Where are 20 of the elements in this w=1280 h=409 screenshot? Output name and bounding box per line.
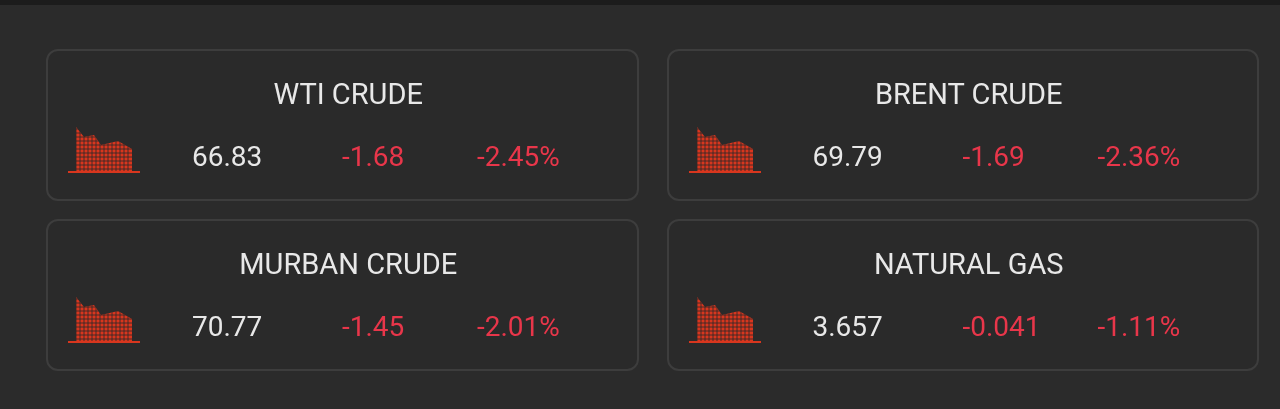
- commodity-name: BRENT CRUDE: [873, 76, 1064, 113]
- commodity-name: WTI CRUDE: [272, 76, 424, 113]
- change-percent: -2.45%: [477, 139, 560, 175]
- price: 69.79: [812, 139, 884, 175]
- commodity-name: NATURAL GAS: [872, 246, 1065, 283]
- change: -1.68: [342, 139, 406, 175]
- change-percent: -2.01%: [477, 309, 560, 345]
- price: 70.77: [192, 309, 264, 345]
- quote-card[interactable]: WTI CRUDE 66.83 -1.68 -2.45%: [46, 49, 639, 201]
- change-percent: -1.11%: [1097, 309, 1181, 345]
- change: -1.45: [342, 309, 406, 345]
- quote-card[interactable]: NATURAL GAS 3.657 -0.041 -1.11%: [666, 219, 1259, 371]
- change-percent: -2.36%: [1097, 139, 1181, 175]
- price: 66.83: [192, 139, 264, 175]
- commodity-name: MURBAN CRUDE: [238, 246, 459, 283]
- change: -1.69: [962, 139, 1026, 175]
- quote-card[interactable]: BRENT CRUDE 69.79 -1.69 -2.36%: [666, 49, 1259, 201]
- quote-card[interactable]: MURBAN CRUDE 70.77 -1.45 -2.01%: [46, 219, 639, 371]
- price: 3.657: [812, 309, 884, 345]
- change: -0.041: [962, 309, 1042, 345]
